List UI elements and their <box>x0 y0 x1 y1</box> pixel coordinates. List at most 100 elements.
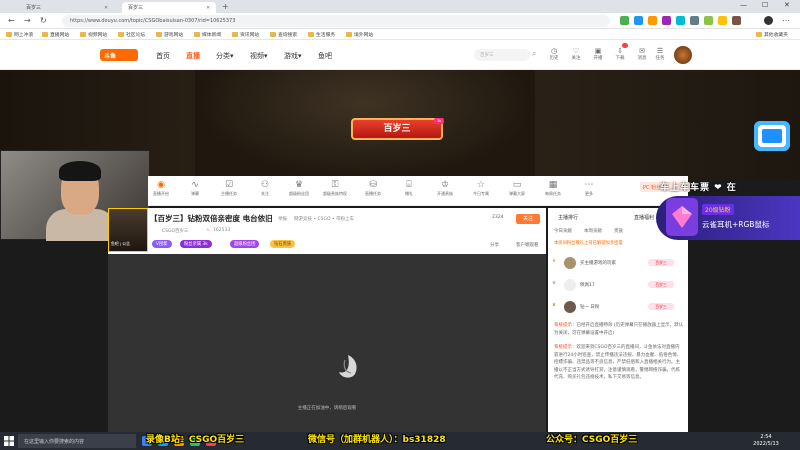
bookmark-item[interactable]: 社区论坛 <box>118 31 145 38</box>
close-icon[interactable]: ✕ <box>206 5 210 11</box>
refresh-icon[interactable]: ↻ <box>40 16 47 25</box>
tool-item[interactable]: ☑ 主播任务 <box>216 179 242 197</box>
extension-icon[interactable] <box>676 16 685 25</box>
tag-badge[interactable]: 超级粉丝团 <box>230 240 260 248</box>
promo-overlay-text: 公众号：CSGO百岁三 <box>546 435 638 445</box>
extension-icon[interactable] <box>662 16 671 25</box>
taskbar-search-input[interactable]: 在这里输入你要搜索的内容 <box>18 434 136 448</box>
notification-badge <box>622 43 628 48</box>
rank-row[interactable]: ♛ 钻一 日粉 百岁三 <box>552 300 682 314</box>
search-input[interactable]: 百岁三 <box>474 49 530 61</box>
message-button[interactable]: ✉ 消息 <box>632 47 652 61</box>
client-watch-button[interactable]: 客户端观看 <box>516 242 539 248</box>
streamer-avatar[interactable]: 鱼吧 | 公告 <box>108 208 148 252</box>
loading-message: 主播正在加油中，请稍后观看 <box>297 406 357 411</box>
wave-icon: ∿ <box>191 180 199 190</box>
tool-item[interactable]: ♔ 开通贵族 <box>432 179 458 197</box>
gift-text: 云雀耳机+RGB鼠标 <box>702 220 770 229</box>
bookmark-item[interactable]: 视频网站 <box>80 31 107 38</box>
rank-row[interactable]: ♛ 佩佩17 百岁三 <box>552 278 682 292</box>
bookmark-item[interactable]: 游戏网站 <box>156 31 183 38</box>
broadcast-button[interactable]: ▣ 开播 <box>588 47 608 61</box>
bookmark-item[interactable]: 资讯网站 <box>232 31 259 38</box>
subtab-noble[interactable]: 贵族 <box>614 228 623 234</box>
extension-icon[interactable] <box>704 16 713 25</box>
share-button[interactable]: 分享 <box>490 242 499 248</box>
tool-item[interactable]: ☆ 今日专属 <box>468 179 494 197</box>
tag-badge[interactable]: 钻石贵族 <box>270 240 296 248</box>
tab-title: 百岁三 <box>26 5 42 11</box>
rank-row[interactable]: ♛ 买主播游戏的玩家 百岁三 <box>552 256 682 270</box>
danmaku-scroll-text: 车上车车票 ❤ 在 <box>660 183 737 193</box>
nav-game[interactable]: 游戏▾ <box>284 51 302 61</box>
gift-icon: ⌸ <box>406 180 412 190</box>
search-icon[interactable]: ⌕ <box>532 49 536 59</box>
lock-icon: ⚿ <box>331 180 339 190</box>
tool-item[interactable]: ⛁ 直播任务 <box>360 179 386 197</box>
extension-icon[interactable] <box>634 16 643 25</box>
loading-spinner-icon <box>339 355 357 378</box>
bookmark-item[interactable]: 媒体新闻 <box>194 31 221 38</box>
tool-item[interactable]: ⋯ 更多 <box>576 179 602 197</box>
system-clock[interactable]: 2:54 2022/5/13 <box>748 434 784 448</box>
folder-icon <box>346 32 352 37</box>
bookmark-item[interactable]: 网上冲浪 <box>6 31 33 38</box>
tool-item[interactable]: ▭ 弹幕大屏 <box>504 179 530 197</box>
windows-start-icon[interactable] <box>4 436 14 446</box>
more-menu-icon[interactable]: ⋯ <box>782 16 790 25</box>
collections-icon[interactable] <box>732 16 741 25</box>
maximize-icon[interactable]: ☐ <box>762 1 768 9</box>
window-close-icon[interactable]: ✕ <box>784 1 790 9</box>
subtab-week[interactable]: 本周贡献 <box>584 228 602 234</box>
tab-welfare[interactable]: 直播福利 <box>634 214 654 221</box>
back-icon[interactable]: ← <box>8 16 15 25</box>
rank-tag: 百岁三 <box>648 281 674 288</box>
nav-category[interactable]: 分类▾ <box>216 51 234 61</box>
tool-item[interactable]: ▦ 每周任务 <box>540 179 566 197</box>
bookmark-item[interactable]: 其他收藏夹 <box>756 31 788 38</box>
close-icon[interactable]: ✕ <box>104 5 108 11</box>
bookmark-item[interactable]: 查询搜索 <box>270 31 297 38</box>
extension-icon[interactable] <box>648 16 657 25</box>
user-avatar[interactable] <box>674 46 692 64</box>
favorites-icon[interactable] <box>718 16 727 25</box>
extension-icon[interactable] <box>690 16 699 25</box>
bookmark-item[interactable]: 直播网站 <box>42 31 69 38</box>
minimize-icon[interactable]: — <box>740 1 747 9</box>
follow-button[interactable]: 关注 <box>516 214 540 224</box>
tool-item[interactable]: ∿ 弹幕 <box>182 179 208 197</box>
download-button[interactable]: ⇩ 下载 <box>610 47 630 61</box>
task-button[interactable]: ☰ 任务 <box>650 47 670 61</box>
nav-home[interactable]: 首页 <box>156 51 170 61</box>
profile-avatar[interactable] <box>764 16 773 25</box>
banner-name-button[interactable]: 百岁三 <box>351 118 443 140</box>
browser-tab[interactable]: 百岁三 ✕ <box>20 2 114 13</box>
follow-button[interactable]: ♡ 关注 <box>566 47 586 61</box>
tool-item[interactable]: ⚇ 关注 <box>252 179 278 197</box>
subtab-today[interactable]: 今日贡献 <box>554 228 572 234</box>
url-input[interactable]: https://www.douyu.com/topic/CSGObaisuisa… <box>62 15 610 27</box>
tag-badge[interactable]: V团新 <box>152 240 172 248</box>
bookmark-item[interactable]: 境外网站 <box>346 31 373 38</box>
chat-panel: 主播排行 直播福利 今日贡献 本周贡献 贵族 本房间粉丝敬礼上荷已解锁加亲密度 … <box>548 208 688 432</box>
history-button[interactable]: ◷ 历史 <box>544 47 564 61</box>
nav-fishbar[interactable]: 鱼吧 <box>318 51 332 61</box>
tool-item[interactable]: ♛ 超级粉丝团 <box>286 179 312 197</box>
category-breadcrumb[interactable]: 网游竞技 • CSGO • 带粉上车 <box>294 216 354 222</box>
tag-badge[interactable]: 粉丝亲属 3k <box>180 240 212 248</box>
tab-rank[interactable]: 主播排行 <box>558 214 578 221</box>
report-link[interactable]: 举报 <box>278 216 287 222</box>
forward-icon[interactable]: → <box>24 16 31 25</box>
extension-icon[interactable] <box>620 16 629 25</box>
bookmark-item[interactable]: 生活服务 <box>308 31 335 38</box>
nav-video[interactable]: 视频▾ <box>250 51 268 61</box>
new-tab-icon[interactable]: + <box>222 2 229 11</box>
heart-icon: ♡ <box>572 47 580 55</box>
tool-item[interactable]: ⚿ 超级贵族特权 <box>322 179 348 197</box>
streamer-name[interactable]: CSGO百岁三 <box>162 228 189 234</box>
nav-live[interactable]: 直播 <box>186 51 200 61</box>
browser-tab-active[interactable]: 百岁三 ✕ <box>122 2 217 13</box>
site-logo[interactable]: 斗鱼 <box>100 49 138 61</box>
tool-item[interactable]: ◉ 直播开启 <box>148 179 174 197</box>
tool-item[interactable]: ⌸ 赠礼 <box>396 179 422 197</box>
